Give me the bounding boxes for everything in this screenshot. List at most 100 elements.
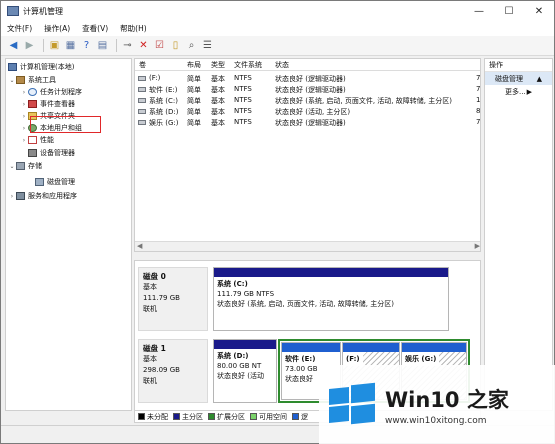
scroll-right-icon[interactable]: ▶	[475, 242, 480, 250]
forward-icon[interactable]: ▶	[23, 39, 36, 52]
toolbar-divider	[43, 39, 44, 52]
properties-icon[interactable]: ▦	[64, 39, 77, 52]
title-bar: 计算机管理 — ☐ ✕	[1, 1, 554, 21]
logical-drive-bar	[343, 343, 399, 352]
open-icon[interactable]: ▯	[169, 39, 182, 52]
horizontal-scrollbar[interactable]: ◀ ▶	[135, 241, 480, 251]
legend-label: 逻	[301, 412, 308, 421]
disk-1-label[interactable]: 磁盘 1 基本 298.09 GB 联机	[138, 339, 208, 403]
partition-size: 73.00 GB	[285, 365, 318, 373]
computer-management-icon	[7, 6, 19, 16]
disk-type: 基本	[143, 355, 157, 363]
column-filesystem[interactable]: 文件系统	[234, 60, 262, 70]
tree-item-storage[interactable]: ⌄ 存储	[8, 160, 42, 172]
actions-header: 操作	[485, 59, 552, 72]
drive-icon	[138, 98, 146, 103]
chevron-right-icon[interactable]: ›	[20, 137, 28, 144]
storage-icon	[16, 162, 25, 170]
volume-row[interactable]: 软件 (E:) 简单 基本 NTFS 状态良好 (逻辑驱动器) 7	[135, 84, 480, 95]
disk-size: 298.09 GB	[143, 366, 180, 374]
disk-icon	[35, 178, 44, 186]
back-icon[interactable]: ◀	[7, 39, 20, 52]
selection-highlight-box	[30, 116, 101, 133]
tree-item-services[interactable]: › 服务和应用程序	[8, 190, 77, 202]
partition-name: 软件 (E:)	[285, 355, 316, 363]
volume-row[interactable]: 系统 (C:) 简单 基本 NTFS 状态良好 (系统, 启动, 页面文件, 活…	[135, 95, 480, 106]
tree-item-event-viewer[interactable]: › 事件查看器	[20, 98, 75, 110]
device-manager-icon	[28, 149, 37, 157]
watermark-url: www.win10xitong.com	[385, 416, 487, 426]
clock-icon	[28, 88, 37, 96]
drive-icon	[138, 120, 146, 125]
window-controls: — ☐ ✕	[464, 1, 554, 21]
menu-file[interactable]: 文件(F)	[7, 23, 32, 34]
drive-icon	[138, 87, 146, 92]
delete-icon[interactable]: ✕	[137, 39, 150, 52]
help-icon[interactable]: ?	[80, 39, 93, 52]
tree-item-task-scheduler[interactable]: › 任务计划程序	[20, 86, 82, 98]
action-more[interactable]: 更多... ▶	[485, 85, 552, 98]
chevron-right-icon: ▶	[526, 87, 532, 96]
primary-partition-bar	[214, 268, 448, 277]
column-layout[interactable]: 布局	[187, 60, 201, 70]
chevron-right-icon[interactable]: ›	[20, 125, 28, 132]
volume-list: 卷 布局 类型 文件系统 状态 (F:) 简单 基本 NTFS 状态良好 (逻辑…	[134, 58, 481, 252]
tree-item-device-manager[interactable]: 设备管理器	[28, 147, 75, 159]
disk-state: 联机	[143, 305, 157, 313]
partition-status: 状态良好 (活动	[217, 372, 264, 380]
legend-label: 未分配	[147, 412, 168, 421]
action-disk-management[interactable]: 磁盘管理 ▲	[485, 72, 552, 85]
partition-c[interactable]: 系统 (C:) 111.79 GB NTFS 状态良好 (系统, 启动, 页面文…	[213, 267, 449, 331]
legend-label: 扩展分区	[217, 412, 245, 421]
windows-logo-icon	[329, 382, 375, 426]
view-icon[interactable]: ▤	[96, 39, 109, 52]
computer-management-window: 计算机管理 — ☐ ✕ 文件(F) 操作(A) 查看(V) 帮助(H) ◀ ▶ …	[0, 0, 555, 444]
column-type[interactable]: 类型	[211, 60, 225, 70]
disk-state: 联机	[143, 377, 157, 385]
chevron-right-icon[interactable]: ›	[20, 113, 28, 120]
drive-icon	[138, 109, 146, 114]
toolbar-divider	[116, 39, 117, 52]
volume-row[interactable]: 娱乐 (G:) 简单 基本 NTFS 状态良好 (逻辑驱动器) 7	[135, 117, 480, 128]
performance-icon	[28, 136, 37, 144]
chevron-down-icon[interactable]: ⌄	[8, 77, 16, 84]
partition-size: 80.00 GB NT	[217, 362, 262, 370]
toolbar: ◀ ▶ ▣ ▦ ? ▤ ⊸ ✕ ☑ ▯ ⌕ ☰	[1, 36, 554, 56]
partition-name: 系统 (D:)	[217, 352, 249, 360]
tree-item-disk-management[interactable]: 磁盘管理	[35, 176, 75, 188]
volume-row[interactable]: 系统 (D:) 简单 基本 NTFS 状态良好 (活动, 主分区) 8	[135, 106, 480, 117]
disk-size: 111.79 GB	[143, 294, 180, 302]
column-status[interactable]: 状态	[275, 60, 289, 70]
chevron-right-icon[interactable]: ›	[20, 101, 28, 108]
close-button[interactable]: ✕	[524, 1, 554, 21]
connect-icon[interactable]: ⊸	[121, 39, 134, 52]
chevron-right-icon[interactable]: ›	[8, 193, 16, 200]
column-volume[interactable]: 卷	[139, 60, 146, 70]
tree-item-performance[interactable]: › 性能	[20, 134, 54, 146]
disk-0-label[interactable]: 磁盘 0 基本 111.79 GB 联机	[138, 267, 208, 331]
chevron-right-icon[interactable]: ›	[20, 89, 28, 96]
partition-size: 111.79 GB NTFS	[217, 290, 275, 298]
search-icon[interactable]: ⌕	[185, 39, 198, 52]
maximize-button[interactable]: ☐	[494, 1, 524, 21]
volume-row[interactable]: (F:) 简单 基本 NTFS 状态良好 (逻辑驱动器) 7	[135, 73, 480, 84]
window-title: 计算机管理	[23, 6, 63, 16]
partition-d[interactable]: 系统 (D:) 80.00 GB NT 状态良好 (活动	[213, 339, 277, 403]
menu-bar: 文件(F) 操作(A) 查看(V) 帮助(H)	[1, 21, 554, 36]
tree-item-root[interactable]: 计算机管理(本地)	[8, 61, 74, 73]
chevron-down-icon[interactable]: ⌄	[8, 163, 16, 170]
actions-pane: 操作 磁盘管理 ▲ 更多... ▶	[484, 58, 553, 411]
collapse-up-icon[interactable]: ▲	[537, 75, 542, 83]
check-icon[interactable]: ☑	[153, 39, 166, 52]
menu-action[interactable]: 操作(A)	[44, 23, 70, 34]
menu-help[interactable]: 帮助(H)	[120, 23, 147, 34]
menu-view[interactable]: 查看(V)	[82, 23, 108, 34]
partition-name: 系统 (C:)	[217, 280, 248, 288]
legend-swatch	[173, 413, 180, 420]
tree-item-system-tools[interactable]: ⌄ 系统工具	[8, 74, 56, 86]
partition-status: 状态良好 (系统, 启动, 页面文件, 活动, 故障转储, 主分区)	[217, 300, 394, 308]
minimize-button[interactable]: —	[464, 1, 494, 21]
scroll-left-icon[interactable]: ◀	[137, 242, 142, 250]
up-icon[interactable]: ▣	[48, 39, 61, 52]
list-icon[interactable]: ☰	[201, 39, 214, 52]
